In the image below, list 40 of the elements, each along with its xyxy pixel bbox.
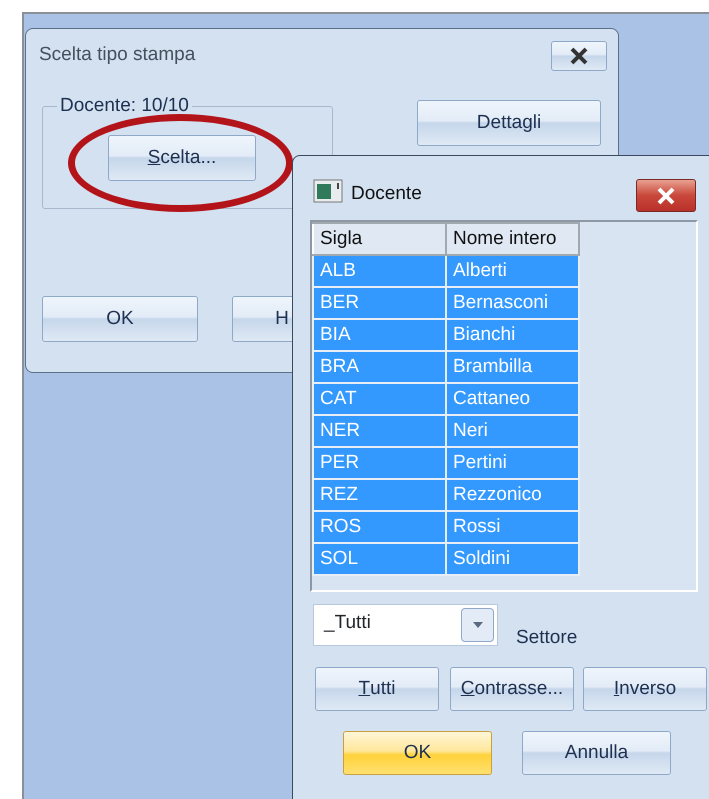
table-cell[interactable]: BIA [313, 319, 446, 351]
filter-button[interactable]: Tutti [315, 667, 439, 711]
table-cell[interactable]: Rezzonico [446, 479, 579, 511]
table-cell[interactable]: ALB [313, 255, 446, 287]
window-icon [313, 179, 343, 203]
table-cell[interactable]: BRA [313, 351, 446, 383]
table-cell[interactable]: Soldini [446, 543, 579, 575]
close-icon [568, 47, 590, 65]
close-button[interactable] [636, 179, 696, 212]
table-cell[interactable]: SOL [313, 543, 446, 575]
table-cell[interactable]: REZ [313, 479, 446, 511]
dialog-button[interactable]: Dettagli [417, 100, 601, 146]
table-cell[interactable]: Pertini [446, 447, 579, 479]
table-cell[interactable]: BER [313, 287, 446, 319]
dropdown-field[interactable]: _Tutti [313, 604, 498, 646]
window-title: Docente [351, 182, 422, 206]
table-cell[interactable]: NER [313, 415, 446, 447]
ok-button[interactable]: OK [42, 296, 198, 342]
close-icon [655, 186, 677, 204]
table-cell[interactable]: Cattaneo [446, 383, 579, 415]
filter-button[interactable]: Contrasse... [450, 667, 574, 711]
dialog-button[interactable]: Scelta... [108, 135, 256, 181]
field-label: Settore [516, 626, 578, 650]
column-header[interactable]: Sigla [313, 223, 446, 255]
table-cell[interactable]: CAT [313, 383, 446, 415]
table-cell[interactable]: PER [313, 447, 446, 479]
cancel-button[interactable]: Annulla [522, 731, 671, 775]
table-cell[interactable]: Brambilla [446, 351, 579, 383]
table-cell[interactable]: ROS [313, 511, 446, 543]
table-cell[interactable]: Neri [446, 415, 579, 447]
close-button[interactable] [551, 41, 607, 71]
table-cell[interactable]: Bianchi [446, 319, 579, 351]
table-cell[interactable]: Rossi [446, 511, 579, 543]
column-header[interactable]: Nome intero [446, 223, 579, 255]
dropdown-arrow-icon [472, 622, 482, 628]
table-cell[interactable]: Alberti [446, 255, 579, 287]
window-title: Scelta tipo stampa [39, 43, 196, 67]
ok-button[interactable]: OK [343, 731, 492, 775]
filter-button[interactable]: Inverso [583, 667, 707, 711]
table-cell[interactable]: Bernasconi [446, 287, 579, 319]
